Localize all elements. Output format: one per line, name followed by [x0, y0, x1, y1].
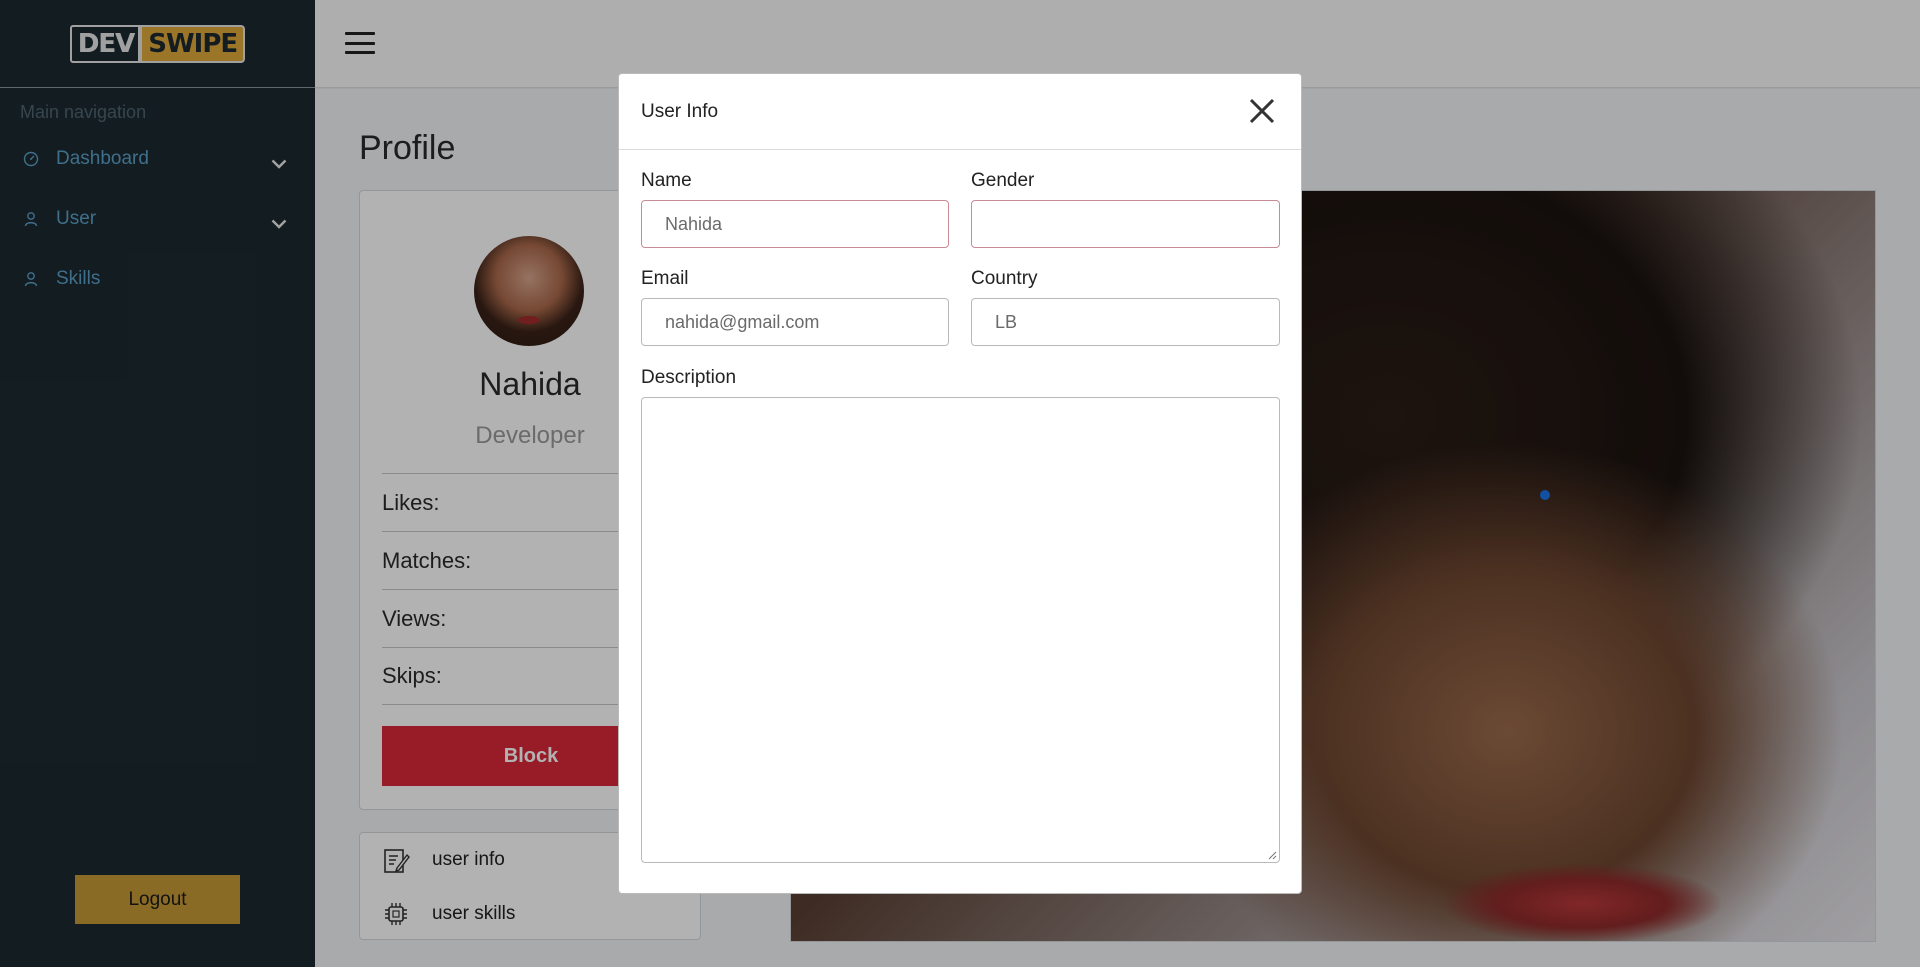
modal-header: User Info: [619, 74, 1301, 150]
description-label: Description: [641, 367, 737, 388]
country-label: Country: [971, 268, 1038, 289]
modal-title: User Info: [641, 101, 719, 122]
description-textarea[interactable]: [641, 397, 1280, 863]
email-label: Email: [641, 268, 689, 289]
user-info-modal: User Info Name Nahida Gender Email nahid…: [618, 73, 1302, 894]
close-icon[interactable]: [1247, 96, 1277, 126]
resize-handle-icon[interactable]: [1267, 850, 1277, 860]
name-label: Name: [641, 170, 692, 191]
country-field[interactable]: LB: [971, 298, 1280, 346]
name-field[interactable]: Nahida: [641, 200, 949, 248]
email-field[interactable]: nahida@gmail.com: [641, 298, 949, 346]
gender-label: Gender: [971, 170, 1035, 191]
gender-field[interactable]: [971, 200, 1280, 248]
